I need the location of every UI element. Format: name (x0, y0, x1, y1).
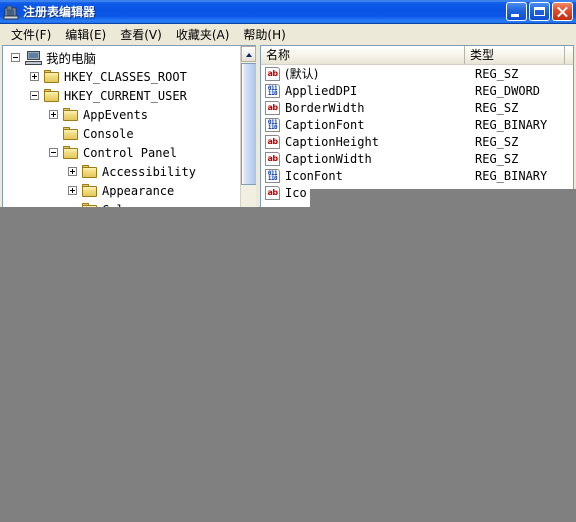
registry-editor-icon (3, 4, 19, 20)
value-type: REG_DWORD (475, 83, 541, 98)
value-name: CaptionHeight (285, 134, 379, 149)
client-area: 我的电脑 HKEY_CLASSES_ROOT HKEY_CURRENT_USER… (2, 45, 574, 210)
table-row[interactable]: ab CaptionHeight REG_SZ (261, 133, 573, 150)
menu-item-view[interactable]: 查看(V) (113, 24, 169, 45)
menu-bar: 文件(F) 编辑(E) 查看(V) 收藏夹(A) 帮助(H) (0, 24, 576, 46)
string-value-icon: ab (265, 100, 280, 115)
value-type: REG_SZ (475, 100, 519, 115)
folder-icon (44, 70, 60, 83)
binary-value-icon: 011 110 (265, 83, 280, 98)
value-name: CaptionFont (285, 117, 365, 132)
window-title: 注册表编辑器 (23, 5, 96, 19)
scroll-thumb[interactable] (241, 63, 256, 185)
tree-vertical-scrollbar[interactable] (240, 46, 256, 209)
tree-node-label: 我的电脑 (46, 51, 97, 66)
tree-scroll-region: 我的电脑 HKEY_CLASSES_ROOT HKEY_CURRENT_USER… (3, 46, 240, 209)
computer-icon (25, 50, 42, 65)
tree-node-appevents[interactable]: AppEvents (3, 105, 240, 124)
close-button[interactable] (552, 2, 573, 21)
folder-icon (82, 165, 98, 178)
registry-values-list[interactable]: 名称 类型 ab (默认) REG_SZ 011 110 AppliedDPI R… (260, 45, 574, 210)
folder-icon (44, 89, 60, 102)
tree-node-label: HKEY_CLASSES_ROOT (64, 69, 187, 84)
column-header-type[interactable]: 类型 (465, 46, 565, 64)
string-value-icon: ab (265, 185, 280, 200)
column-header-name[interactable]: 名称 (261, 46, 465, 64)
tree-node-console[interactable]: Console (3, 124, 240, 143)
tree-node-appearance[interactable]: Appearance (3, 181, 240, 200)
tree-node-hkey-classes-root[interactable]: HKEY_CLASSES_ROOT (3, 67, 240, 86)
binary-value-icon: 011 110 (265, 168, 280, 183)
tree-node-control-panel[interactable]: Control Panel (3, 143, 240, 162)
table-row[interactable]: 011 110 CaptionFont REG_BINARY (261, 116, 573, 133)
tree-node-label: Appearance (102, 183, 175, 198)
tree-node-label: AppEvents (83, 107, 149, 122)
table-row[interactable]: 011 110 AppliedDPI REG_DWORD (261, 82, 573, 99)
expander-minus-icon[interactable] (49, 148, 58, 157)
value-type: REG_BINARY (475, 168, 548, 183)
occlusion-overlay-notch (310, 189, 576, 209)
list-column-headers: 名称 类型 (261, 46, 573, 65)
expander-plus-icon[interactable] (49, 110, 58, 119)
menu-item-help[interactable]: 帮助(H) (236, 24, 292, 45)
menu-item-file[interactable]: 文件(F) (4, 24, 58, 45)
title-bar: 注册表编辑器 (0, 0, 576, 24)
string-value-icon: ab (265, 66, 280, 81)
value-name: CaptionWidth (285, 151, 372, 166)
value-name: AppliedDPI (285, 83, 358, 98)
minimize-button[interactable] (506, 2, 527, 21)
string-value-icon: ab (265, 151, 280, 166)
table-row[interactable]: ab (默认) REG_SZ (261, 65, 573, 82)
expander-minus-icon[interactable] (30, 91, 39, 100)
string-value-icon: ab (265, 134, 280, 149)
value-name: BorderWidth (285, 100, 365, 115)
folder-icon (82, 184, 98, 197)
menu-item-favorites[interactable]: 收藏夹(A) (169, 24, 237, 45)
tree-node-accessibility[interactable]: Accessibility (3, 162, 240, 181)
window-controls (506, 2, 573, 21)
column-header-filler (565, 46, 573, 64)
tree-node-my-computer[interactable]: 我的电脑 (3, 48, 240, 67)
value-name: (默认) (285, 67, 319, 81)
tree-node-label: Console (83, 126, 134, 141)
occlusion-overlay (0, 207, 576, 522)
table-row[interactable]: ab CaptionWidth REG_SZ (261, 150, 573, 167)
folder-icon (63, 146, 79, 159)
expander-plus-icon[interactable] (68, 167, 77, 176)
tree-node-label: Accessibility (102, 164, 196, 179)
scroll-up-arrow-icon[interactable] (241, 46, 256, 62)
tree-node-hkey-current-user[interactable]: HKEY_CURRENT_USER (3, 86, 240, 105)
value-type: REG_SZ (475, 66, 519, 81)
registry-tree-pane[interactable]: 我的电脑 HKEY_CLASSES_ROOT HKEY_CURRENT_USER… (2, 45, 256, 210)
menu-item-edit[interactable]: 编辑(E) (58, 24, 113, 45)
registry-editor-window: 注册表编辑器 文件(F) 编辑(E) 查看(V) 收藏夹(A) 帮助(H) 我的… (0, 0, 576, 210)
expander-plus-icon[interactable] (30, 72, 39, 81)
tree-node-label: Control Panel (83, 145, 177, 160)
value-type: REG_BINARY (475, 117, 548, 132)
folder-icon (63, 108, 79, 121)
expander-none-icon (49, 129, 58, 138)
value-type: REG_SZ (475, 134, 519, 149)
expander-minus-icon[interactable] (11, 53, 20, 62)
folder-icon (63, 127, 79, 140)
binary-value-icon: 011 110 (265, 117, 280, 132)
tree-node-label: HKEY_CURRENT_USER (64, 88, 187, 103)
table-row[interactable]: ab BorderWidth REG_SZ (261, 99, 573, 116)
expander-plus-icon[interactable] (68, 186, 77, 195)
value-type: REG_SZ (475, 151, 519, 166)
maximize-button[interactable] (529, 2, 550, 21)
value-name: IconFont (285, 168, 343, 183)
table-row[interactable]: 011 110 IconFont REG_BINARY (261, 167, 573, 184)
